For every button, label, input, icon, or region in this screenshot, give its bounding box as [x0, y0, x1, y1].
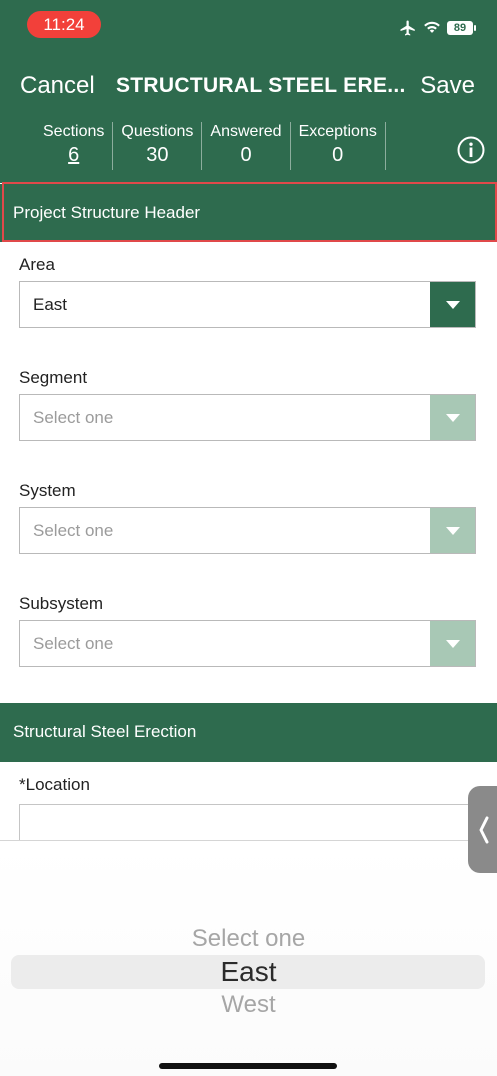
- subsystem-placeholder: Select one: [33, 634, 114, 653]
- wifi-icon: [424, 21, 440, 33]
- segment-select[interactable]: Select one: [19, 394, 476, 441]
- option-picker[interactable]: Select one East West: [0, 840, 497, 1076]
- stat-label: Sections: [43, 123, 105, 140]
- system-label: System: [19, 481, 76, 500]
- selection-highlight: [2, 182, 497, 242]
- system-placeholder: Select one: [33, 521, 114, 540]
- info-icon[interactable]: [457, 136, 485, 164]
- stat-value: 30: [146, 144, 169, 166]
- stat-label: Exceptions: [298, 123, 377, 140]
- location-label-text: Location: [25, 775, 90, 794]
- side-drawer-tab[interactable]: [468, 786, 497, 873]
- stats-bar: Sections 6 Questions 30 Answered 0 Excep…: [35, 122, 386, 170]
- stat-sections[interactable]: Sections 6: [35, 122, 114, 170]
- subsystem-label: Subsystem: [19, 594, 104, 613]
- chevron-down-icon[interactable]: [430, 282, 475, 327]
- save-button[interactable]: Save: [420, 72, 475, 100]
- location-label: *Location: [19, 775, 90, 795]
- section-title: Structural Steel Erection: [13, 722, 197, 741]
- stat-value: 0: [240, 144, 252, 166]
- segment-label: Segment: [19, 368, 88, 387]
- home-indicator[interactable]: [159, 1063, 337, 1069]
- chevron-down-icon[interactable]: [430, 621, 475, 666]
- stat-label: Answered: [210, 123, 282, 140]
- status-icons: 89: [399, 18, 476, 38]
- app-header: 11:24 89 Cancel STRUCTURAL STEEL ERE... …: [0, 0, 497, 183]
- stat-questions: Questions 30: [113, 122, 203, 170]
- chevron-down-icon[interactable]: [430, 508, 475, 553]
- airplane-icon: [400, 20, 415, 36]
- battery-icon: 89: [447, 21, 476, 35]
- picker-option-selected[interactable]: East: [0, 956, 497, 988]
- stat-answered: Answered 0: [202, 122, 291, 170]
- stat-label: Questions: [121, 123, 194, 140]
- cancel-button[interactable]: Cancel: [20, 72, 95, 100]
- system-select[interactable]: Select one: [19, 507, 476, 554]
- stat-value: 0: [332, 144, 344, 166]
- status-time: 11:24: [27, 11, 101, 38]
- chevron-left-icon: [479, 816, 489, 844]
- chevron-down-icon[interactable]: [430, 395, 475, 440]
- subsystem-select[interactable]: Select one: [19, 620, 476, 667]
- page-title: STRUCTURAL STEEL ERE...: [116, 74, 406, 97]
- area-value: East: [33, 295, 68, 314]
- stat-value[interactable]: 6: [43, 142, 104, 168]
- stat-exceptions: Exceptions 0: [291, 122, 386, 170]
- picker-option[interactable]: Select one: [0, 925, 497, 953]
- area-select[interactable]: East: [19, 281, 476, 328]
- nav-bar: Cancel STRUCTURAL STEEL ERE... Save: [0, 68, 497, 108]
- section-header-steel-erection[interactable]: Structural Steel Erection: [0, 703, 497, 762]
- picker-option[interactable]: West: [0, 991, 497, 1019]
- required-mark: *: [19, 775, 26, 794]
- segment-placeholder: Select one: [33, 408, 114, 427]
- area-label: Area: [19, 255, 55, 274]
